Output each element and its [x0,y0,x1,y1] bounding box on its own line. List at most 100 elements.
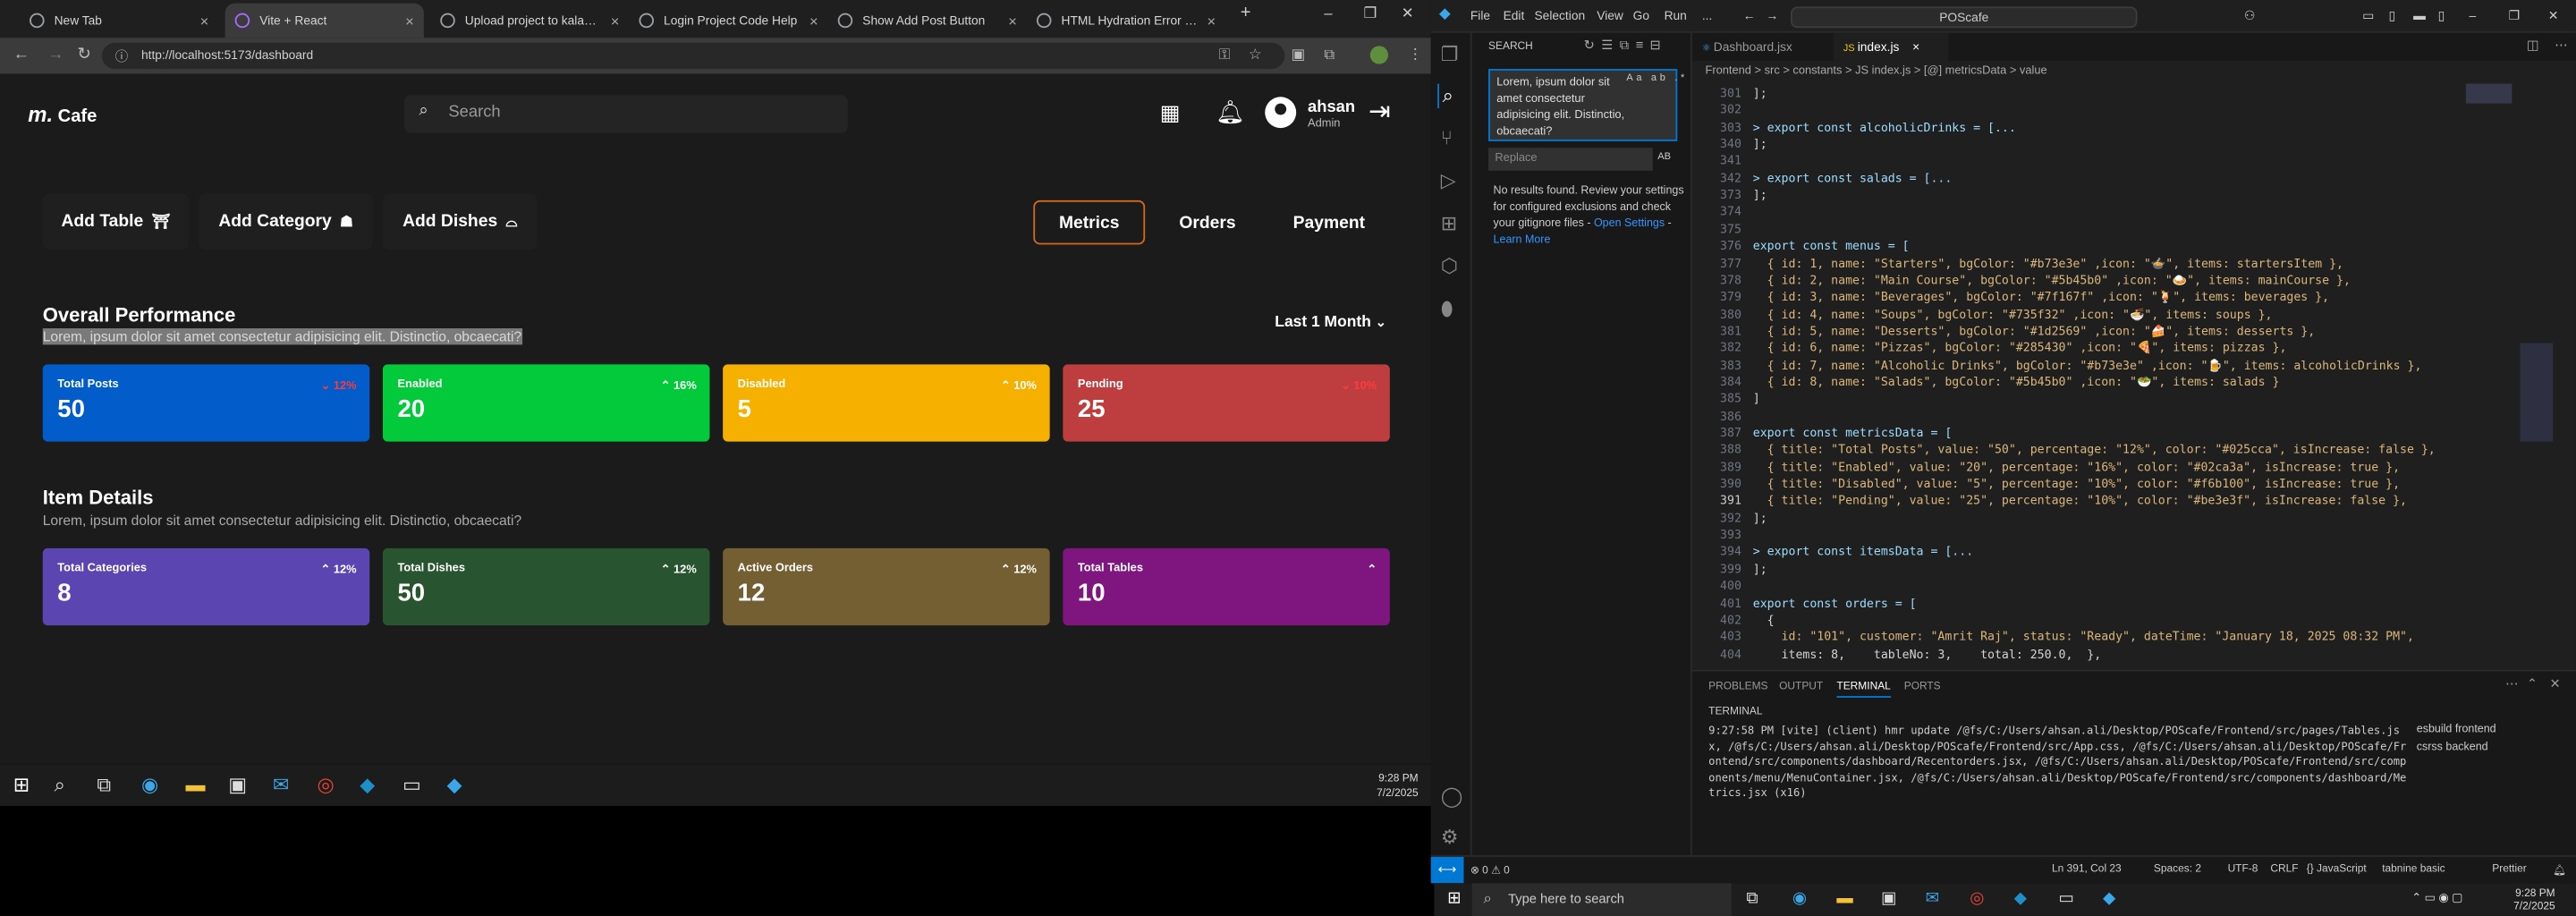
editor-tab-active[interactable]: JS index.js × [1833,32,1949,61]
indent-status[interactable]: Spaces: 2 [2154,863,2201,875]
code-line[interactable]: > export const itemsData = [... [1753,544,1973,559]
code-line[interactable]: ]; [1753,561,1767,576]
tab-close-icon[interactable]: × [405,13,414,29]
code-line[interactable]: { [1753,612,1775,627]
close-window-button[interactable]: ✕ [2548,8,2559,23]
close-panel-icon[interactable]: ✕ [2550,676,2561,691]
search-toolbar-icons[interactable]: ↻☰⧉≡⊟ [1584,38,1668,54]
windows-start-icon[interactable]: ⊞ [1447,890,1461,908]
avatar[interactable] [1265,97,1297,129]
task-view-icon[interactable]: ⧉ [1746,890,1758,908]
maximize-panel-icon[interactable]: ⌃ [2527,676,2538,691]
panel-toggle-icon[interactable]: ▬ [2413,8,2426,23]
search-icon[interactable]: ⌕ [55,773,65,798]
split-editor-icon[interactable]: ◫ [2527,38,2539,53]
language-status[interactable]: {} JavaScript [2307,863,2367,875]
search-options-icons[interactable]: Aa ab .* [1626,74,1688,84]
more-actions-icon[interactable]: ⋯ [2555,38,2568,53]
code-line[interactable]: { id: 2, name: "Main Course", bgColor: "… [1753,272,2351,287]
copilot-icon[interactable]: ⚇ [2244,8,2255,23]
vscode-icon[interactable]: ◆ [447,773,462,796]
forward-icon[interactable]: → [1766,8,1778,23]
terminal-icon[interactable]: ▭ [402,773,421,796]
source-control-icon[interactable]: ⑂ [1441,126,1453,149]
back-icon[interactable]: ← [1743,8,1756,23]
gear-icon[interactable]: ⚙ [1441,826,1459,849]
terminal-item[interactable]: csrss backend [2417,739,2496,757]
url-bar[interactable]: http://localhost:5173/dashboard [101,42,1285,70]
site-info-icon[interactable]: ⓘ [115,47,129,65]
maximize-button[interactable]: ❐ [2509,8,2520,23]
code-line[interactable]: { title: "Disabled", value: "5", percent… [1753,476,2400,491]
search-input[interactable]: Search [403,95,848,133]
extensions-puzzle-icon[interactable]: ⧉ [1324,46,1335,64]
tab-orders[interactable]: Orders [1157,200,1258,245]
browser-tab[interactable]: Show Add Post Button × [828,4,1027,38]
panel-tab-problems[interactable]: PROBLEMS [1708,682,1767,693]
mongodb-leaf-icon[interactable]: ⬮ [1441,297,1453,322]
chrome-icon[interactable]: ◎ [317,773,334,796]
panel-more-icon[interactable]: ⋯ [2505,676,2519,691]
minimize-button[interactable]: – [1324,5,1332,21]
menu-run[interactable]: Run [1665,8,1687,23]
period-dropdown[interactable]: Last 1 Month ⌄ [1275,314,1386,332]
maximize-button[interactable]: ❐ [1363,5,1377,23]
forward-icon[interactable]: → [47,46,64,64]
menu-selection[interactable]: Selection [1534,8,1585,23]
edge-icon[interactable]: ◉ [141,773,158,796]
code-line[interactable]: ]; [1753,85,1767,100]
code-line[interactable]: { id: 8, name: "Salads", bgColor: "#5b45… [1753,374,2280,389]
code-line[interactable]: { id: 3, name: "Beverages", bgColor: "#7… [1753,289,2329,304]
back-icon[interactable]: ← [13,46,30,64]
store-icon[interactable]: ▣ [228,773,247,796]
code-line[interactable]: > export const alcoholicDrinks = [... [1753,119,2016,134]
file-explorer-icon[interactable]: ▬ [1836,890,1852,908]
browser-tab-active[interactable]: Vite + React × [225,3,424,38]
editor-tab[interactable]: ⚛ Dashboard.jsx [1692,33,1832,61]
problems-status[interactable]: ⊗ 0 ⚠ 0 [1470,863,1510,877]
menu-more[interactable]: ... [1702,8,1713,23]
vscode-insiders-icon[interactable]: ◆ [2014,890,2027,908]
code-line[interactable]: { id: 4, name: "Soups", bgColor: "#735f3… [1753,306,2273,321]
clock[interactable]: 9:28 PM 7/2/2025 [1377,771,1418,801]
tab-close-icon[interactable]: × [1008,13,1017,29]
password-key-icon[interactable]: ⚿ [1219,46,1231,64]
close-window-button[interactable]: ✕ [1402,5,1414,23]
notifications-icon[interactable]: 🔔︎ [2553,863,2566,877]
eol-status[interactable]: CRLF [2270,863,2298,875]
open-settings-link[interactable]: Open Settings [1594,218,1665,230]
tab-metrics[interactable]: Metrics [1033,199,1146,245]
command-center[interactable]: POScafe [1791,6,2138,29]
code-line[interactable]: export const orders = [ [1753,595,1917,610]
code-line[interactable]: id: "101", customer: "Amrit Raj", status… [1753,629,2414,644]
panel-tab-terminal[interactable]: TERMINAL [1836,682,1891,698]
terminal-icon[interactable]: ▭ [2058,890,2073,908]
cursor-position[interactable]: Ln 391, Col 23 [2052,863,2122,875]
chrome-icon[interactable]: ◎ [1970,890,1984,908]
explorer-icon[interactable]: ❐ [1441,43,1459,66]
new-tab-button[interactable]: + [1241,4,1251,23]
file-explorer-icon[interactable]: ▬ [186,773,206,796]
add-category-button[interactable]: Add Category ☗ [199,193,373,250]
add-table-button[interactable]: Add Table ⛩ [42,193,190,250]
browser-tab[interactable]: HTML Hydration Error Fix × [1027,4,1225,38]
learn-more-link[interactable]: Learn More [1494,234,1551,246]
windows-start-icon[interactable]: ⊞ [13,773,30,796]
minimize-button[interactable]: – [2470,8,2477,23]
layout-icon[interactable]: ▭ [2362,8,2374,23]
replace-input[interactable]: Replace [1488,148,1653,171]
account-icon[interactable]: ◯ [1441,785,1463,808]
code-line[interactable]: items: 8, tableNo: 3, total: 250.0, }, [1753,646,2102,661]
code-line[interactable]: export const metricsData = [ [1753,425,1953,440]
code-editor[interactable]: 301]; 302 303 > export const alcoholicDrink… [1692,81,2464,662]
extension-icon[interactable]: ▣ [1292,46,1306,64]
bookmark-star-icon[interactable]: ☆ [1249,46,1262,64]
tab-close-icon[interactable]: × [611,13,620,29]
secondary-sidebar-icon[interactable]: ▯ [2438,8,2445,23]
panel-tab-ports[interactable]: PORTS [1904,682,1941,693]
chrome-menu-icon[interactable]: ⋮ [1408,46,1423,64]
browser-tab[interactable]: New Tab × [20,4,218,38]
code-line[interactable]: { title: "Pending", value: "25", percent… [1753,493,2407,508]
tab-payment[interactable]: Payment [1272,200,1387,245]
code-line[interactable]: ] [1753,391,1760,406]
